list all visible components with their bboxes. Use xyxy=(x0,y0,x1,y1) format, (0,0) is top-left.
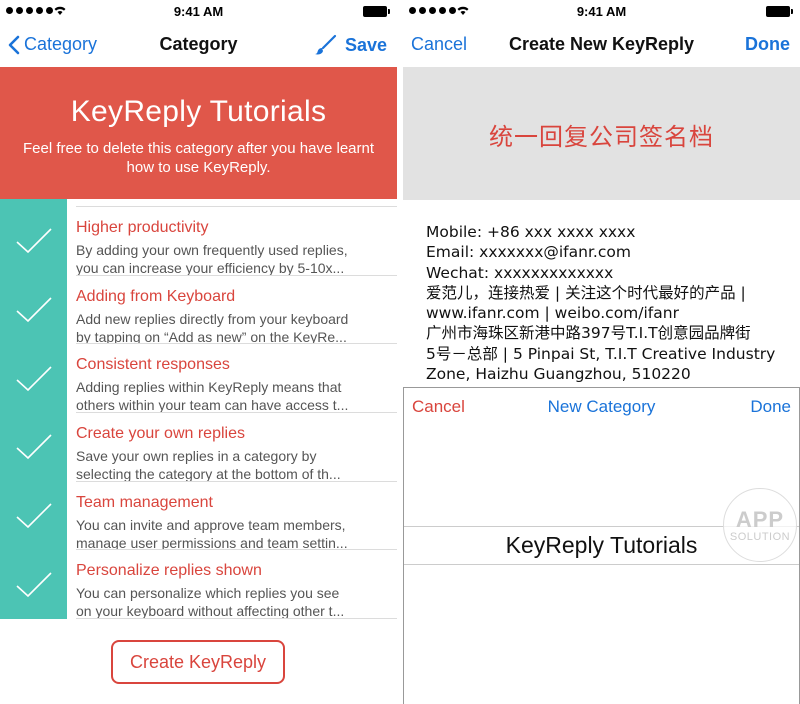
status-time: 9:41 AM xyxy=(173,4,224,19)
signature-line: 爱范儿，连接热爱 | 关注这个时代最好的产品 | xyxy=(426,283,746,302)
nav-bar: Cancel Create New KeyReply Done xyxy=(403,22,800,67)
category-banner: KeyReply Tutorials Feel free to delete t… xyxy=(0,67,397,199)
list-item[interactable]: Personalize replies shown You can person… xyxy=(0,550,397,620)
checkmark-icon xyxy=(15,434,52,460)
check-cell[interactable] xyxy=(0,550,67,620)
watermark-logo: APP SOLUTION xyxy=(723,488,797,562)
signature-line: Wechat: xxxxxxxxxxxxx xyxy=(426,263,614,282)
checkmark-icon xyxy=(15,366,52,391)
status-time: 9:41 AM xyxy=(576,4,627,19)
checkmark-icon xyxy=(15,228,52,254)
save-button[interactable]: Save xyxy=(345,35,387,56)
reply-text-field[interactable]: Mobile: +86 xxx xxxx xxxx Email: xxxxxxx… xyxy=(426,222,786,384)
item-description: You can invite and approve team members,… xyxy=(76,516,348,551)
picker-done-button[interactable]: Done xyxy=(750,397,791,417)
item-title: Consistent responses xyxy=(76,356,230,374)
create-keyreply-button[interactable]: Create KeyReply xyxy=(111,640,285,684)
checkmark-icon xyxy=(15,503,52,529)
item-description: You can personalize which replies you se… xyxy=(76,585,345,620)
check-cell[interactable] xyxy=(0,207,67,276)
signature-line: 5号－总部 | 5 Pinpai St, T.I.T Creative Indu… xyxy=(426,344,776,363)
check-cell[interactable] xyxy=(0,481,67,551)
create-keyreply-screen: 9:41 AM Cancel Create New KeyReply Done … xyxy=(403,0,800,704)
image-caption: 统一回复公司签名档 xyxy=(489,123,714,151)
list-item[interactable]: Consistent responses Adding replies with… xyxy=(0,344,397,414)
item-title: Personalize replies shown xyxy=(76,562,262,580)
nav-bar: Category Category Save xyxy=(0,22,397,67)
check-cell[interactable] xyxy=(0,275,67,345)
list-item[interactable]: Create your own replies Save your own re… xyxy=(0,413,397,482)
banner-title: KeyReply Tutorials xyxy=(70,95,327,128)
item-description: Add new replies directly from your keybo… xyxy=(76,310,349,345)
picker-toolbar: Cancel New Category Done xyxy=(404,388,799,424)
status-bar: 9:41 AM xyxy=(403,0,800,22)
banner-subtitle: Feel free to delete this category after … xyxy=(22,140,375,176)
battery-icon xyxy=(363,6,390,17)
checkmark-icon xyxy=(15,297,52,323)
picker-selection-line-bottom xyxy=(404,564,799,565)
category-screen: 9:41 AM Category Category Save KeyReply … xyxy=(0,0,397,704)
check-cell xyxy=(0,199,67,207)
list-item[interactable]: Adding from Keyboard Add new replies dir… xyxy=(0,275,397,345)
list-item[interactable]: Higher productivity By adding your own f… xyxy=(0,207,397,276)
list-item[interactable]: Team management You can invite and appro… xyxy=(0,481,397,551)
item-title: Higher productivity xyxy=(76,219,209,236)
reply-image-preview[interactable]: 统一回复公司签名档 xyxy=(403,67,800,200)
checkmark-icon xyxy=(15,572,52,597)
signature-line: Email: xxxxxxx@ifanr.com xyxy=(426,243,631,262)
check-cell[interactable] xyxy=(0,413,67,482)
new-category-button[interactable]: New Category xyxy=(404,397,799,417)
list-item[interactable] xyxy=(0,199,397,207)
signature-line: Zone, Haizhu Guangzhou, 510220 xyxy=(426,365,691,384)
reply-list: Higher productivity By adding your own f… xyxy=(0,199,397,620)
signature-line: 广州市海珠区新港中路397号T.I.T创意园品牌街 xyxy=(426,324,751,343)
item-title: Create your own replies xyxy=(76,425,245,443)
item-description: By adding your own frequently used repli… xyxy=(76,242,348,276)
signature-line: Mobile: +86 xxx xxxx xxxx xyxy=(426,223,636,241)
item-description: Adding replies within KeyReply means tha… xyxy=(76,379,349,414)
signature-line: www.ifanr.com | weibo.com/ifanr xyxy=(426,304,679,323)
item-description: Save your own replies in a category by se… xyxy=(76,448,341,482)
done-button[interactable]: Done xyxy=(745,34,790,55)
check-cell[interactable] xyxy=(0,344,67,414)
battery-icon xyxy=(766,6,793,17)
item-title: Adding from Keyboard xyxy=(76,287,236,305)
item-title: Team management xyxy=(76,493,213,511)
status-bar: 9:41 AM xyxy=(0,0,397,22)
brush-icon[interactable] xyxy=(313,34,337,56)
page-title: Create New KeyReply xyxy=(508,34,695,54)
